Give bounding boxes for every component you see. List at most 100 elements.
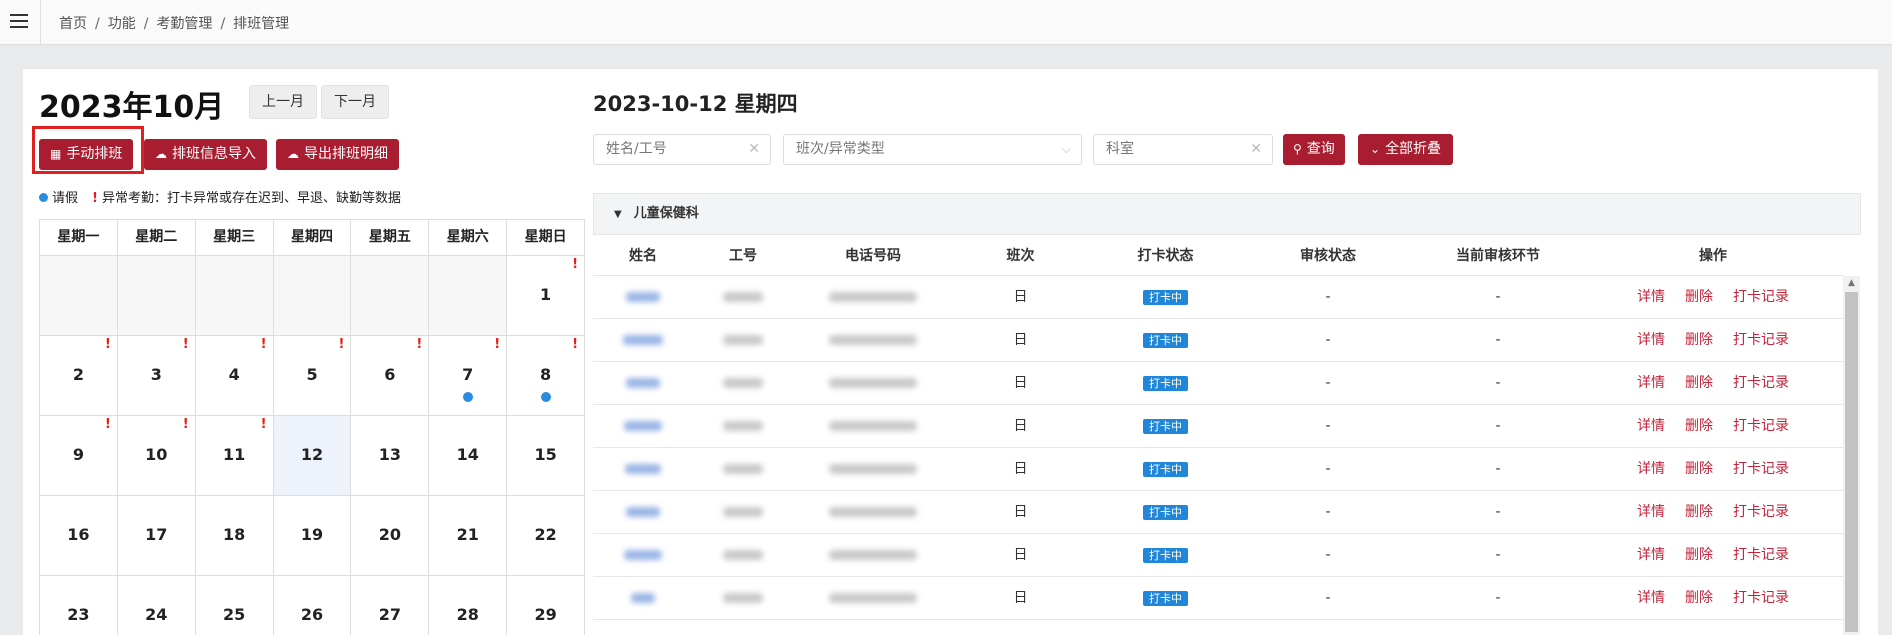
delete-link[interactable]: 删除 bbox=[1685, 332, 1713, 348]
calendar-day-cell[interactable]: 6! bbox=[351, 336, 430, 416]
calendar-day-cell[interactable]: 24 bbox=[118, 576, 196, 635]
table-scrollbar[interactable]: ▲ bbox=[1843, 276, 1860, 635]
cell-name-redacted[interactable] bbox=[593, 491, 693, 533]
calendar-day-cell[interactable]: 10! bbox=[117, 416, 196, 496]
calendar-day-cell[interactable]: 19 bbox=[273, 496, 352, 576]
calendar-day-cell[interactable]: 18 bbox=[195, 496, 274, 576]
breadcrumb-item-features[interactable]: 功能 bbox=[108, 16, 136, 32]
name-search-input[interactable]: 姓名/工号 ✕ bbox=[593, 134, 771, 165]
cell-employee-id-redacted bbox=[693, 276, 793, 318]
cell-employee-id-redacted bbox=[693, 577, 793, 619]
department-group-header[interactable]: ▼ 儿童保健科 bbox=[593, 193, 1861, 235]
calendar-empty-cell bbox=[351, 256, 430, 336]
delete-link[interactable]: 删除 bbox=[1685, 289, 1713, 305]
calendar-day-cell[interactable]: 2! bbox=[40, 336, 118, 416]
detail-link[interactable]: 详情 bbox=[1637, 289, 1665, 305]
calendar-day-cell[interactable]: 8! bbox=[507, 336, 586, 416]
day-number: 12 bbox=[300, 445, 324, 464]
calendar-day-cell[interactable]: 25 bbox=[196, 576, 274, 635]
collapse-all-label: 全部折叠 bbox=[1385, 141, 1442, 157]
punch-record-link[interactable]: 打卡记录 bbox=[1733, 461, 1789, 477]
collapse-all-button[interactable]: ⌄ 全部折叠 bbox=[1358, 134, 1454, 165]
calendar-empty-cell bbox=[429, 256, 508, 336]
calendar-day-cell[interactable]: 7! bbox=[429, 336, 508, 416]
punch-record-link[interactable]: 打卡记录 bbox=[1733, 332, 1789, 348]
detail-link[interactable]: 详情 bbox=[1637, 504, 1665, 520]
calendar-day-cell[interactable]: 17 bbox=[117, 496, 196, 576]
punch-record-link[interactable]: 打卡记录 bbox=[1733, 418, 1789, 434]
next-month-button[interactable]: 下一月 bbox=[321, 85, 389, 119]
calendar-day-cell[interactable]: 1! bbox=[507, 256, 586, 336]
delete-link[interactable]: 删除 bbox=[1685, 504, 1713, 520]
cell-name-redacted[interactable] bbox=[593, 577, 693, 619]
abnormal-flag-icon: ! bbox=[104, 417, 111, 432]
cell-punch-status: 打卡中 bbox=[1088, 362, 1243, 404]
detail-link[interactable]: 详情 bbox=[1637, 375, 1665, 391]
prev-month-button[interactable]: 上一月 bbox=[249, 85, 317, 119]
calendar-week-row: 1! bbox=[40, 256, 586, 336]
calendar-day-cell[interactable]: 27 bbox=[351, 576, 430, 635]
cell-review-status: - bbox=[1325, 547, 1331, 563]
cell-review-status: - bbox=[1325, 375, 1331, 391]
calendar-day-cell[interactable]: 5! bbox=[273, 336, 352, 416]
scroll-up-icon[interactable]: ▲ bbox=[1843, 276, 1860, 290]
calendar-weekday-row: 星期一 星期二 星期三 星期四 星期五 星期六 星期日 bbox=[40, 220, 586, 256]
scrollbar-thumb[interactable] bbox=[1845, 292, 1858, 632]
detail-link[interactable]: 详情 bbox=[1637, 461, 1665, 477]
cell-punch-status: 打卡中 bbox=[1088, 405, 1243, 447]
cell-name-redacted[interactable] bbox=[593, 405, 693, 447]
calendar-day-cell[interactable]: 21 bbox=[429, 496, 508, 576]
cell-name-redacted[interactable] bbox=[593, 276, 693, 318]
detail-link[interactable]: 详情 bbox=[1637, 332, 1665, 348]
delete-link[interactable]: 删除 bbox=[1685, 418, 1713, 434]
delete-link[interactable]: 删除 bbox=[1685, 590, 1713, 606]
name-search-placeholder: 姓名/工号 bbox=[606, 141, 667, 157]
punch-record-link[interactable]: 打卡记录 bbox=[1733, 375, 1789, 391]
query-button[interactable]: ⚲ 查询 bbox=[1283, 134, 1345, 165]
detail-link[interactable]: 详情 bbox=[1637, 590, 1665, 606]
punch-record-link[interactable]: 打卡记录 bbox=[1733, 547, 1789, 563]
day-number: 8 bbox=[540, 365, 552, 384]
calendar-day-cell[interactable]: 12 bbox=[273, 416, 352, 496]
calendar-day-cell[interactable]: 9! bbox=[40, 416, 118, 496]
department-input[interactable]: 科室 ✕ bbox=[1093, 134, 1273, 165]
cell-name-redacted[interactable] bbox=[593, 448, 693, 490]
shift-type-select[interactable]: 班次/异常类型 ⌵ bbox=[783, 134, 1082, 165]
calendar-week-row: 2! 3! 4! 5! 6! 7! 8! bbox=[40, 336, 586, 416]
delete-link[interactable]: 删除 bbox=[1685, 547, 1713, 563]
breadcrumb-item-attendance[interactable]: 考勤管理 bbox=[156, 16, 212, 32]
breadcrumb-item-home[interactable]: 首页 bbox=[59, 16, 87, 32]
cell-name-redacted[interactable] bbox=[593, 319, 693, 361]
calendar-day-cell[interactable]: 4! bbox=[195, 336, 274, 416]
calendar-day-cell[interactable]: 23 bbox=[40, 576, 118, 635]
calendar-day-cell[interactable]: 3! bbox=[117, 336, 196, 416]
calendar-empty-cell bbox=[273, 256, 352, 336]
detail-link[interactable]: 详情 bbox=[1637, 547, 1665, 563]
cell-shift: 日 bbox=[1013, 289, 1028, 305]
calendar-day-cell[interactable]: 28 bbox=[429, 576, 508, 635]
calendar-day-cell[interactable]: 13 bbox=[351, 416, 430, 496]
punch-record-link[interactable]: 打卡记录 bbox=[1733, 504, 1789, 520]
punch-record-link[interactable]: 打卡记录 bbox=[1733, 590, 1789, 606]
calendar-day-cell[interactable]: 29 bbox=[507, 576, 586, 635]
close-icon[interactable]: ✕ bbox=[748, 135, 760, 164]
delete-link[interactable]: 删除 bbox=[1685, 375, 1713, 391]
manual-schedule-button[interactable]: ▦ 手动排班 bbox=[39, 139, 134, 170]
export-schedule-button[interactable]: ☁ 导出排班明细 bbox=[276, 139, 399, 170]
calendar-day-cell[interactable]: 11! bbox=[195, 416, 274, 496]
calendar-day-cell[interactable]: 16 bbox=[40, 496, 118, 576]
calendar-day-cell[interactable]: 14 bbox=[429, 416, 508, 496]
punch-record-link[interactable]: 打卡记录 bbox=[1733, 289, 1789, 305]
calendar-day-cell[interactable]: 26 bbox=[274, 576, 352, 635]
abnormal-flag-icon: ! bbox=[572, 257, 579, 272]
cell-name-redacted[interactable] bbox=[593, 362, 693, 404]
calendar-day-cell[interactable]: 20 bbox=[351, 496, 430, 576]
hamburger-icon[interactable] bbox=[10, 14, 28, 28]
cell-name-redacted[interactable] bbox=[593, 534, 693, 576]
import-schedule-button[interactable]: ☁ 排班信息导入 bbox=[144, 139, 267, 170]
calendar-day-cell[interactable]: 15 bbox=[507, 416, 586, 496]
calendar-day-cell[interactable]: 22 bbox=[507, 496, 586, 576]
delete-link[interactable]: 删除 bbox=[1685, 461, 1713, 477]
close-icon[interactable]: ✕ bbox=[1250, 135, 1262, 164]
detail-link[interactable]: 详情 bbox=[1637, 418, 1665, 434]
